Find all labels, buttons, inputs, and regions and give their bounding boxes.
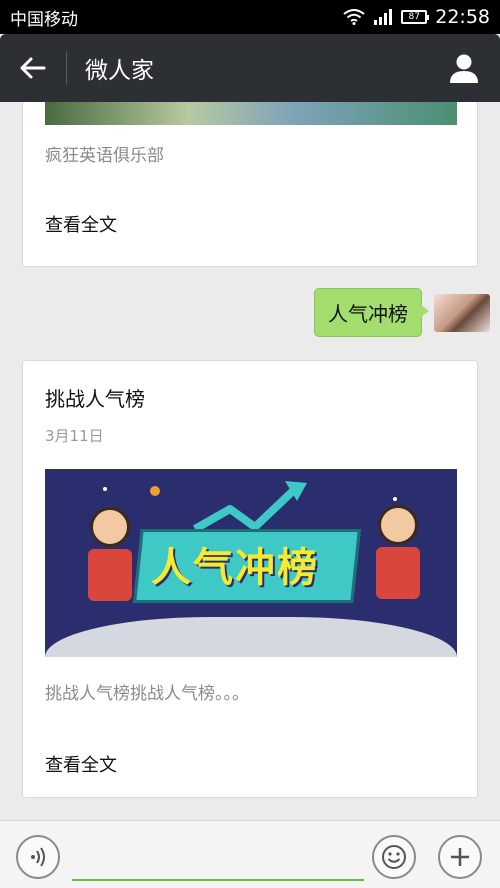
signal-icon: [374, 9, 393, 25]
emoji-button[interactable]: [372, 835, 416, 879]
read-more-link[interactable]: 查看全文: [45, 751, 117, 777]
voice-button[interactable]: [16, 835, 60, 879]
avatar[interactable]: [434, 293, 490, 332]
battery-level: 87: [408, 12, 420, 22]
article-image[interactable]: [45, 102, 457, 125]
article-banner-image[interactable]: 人气冲榜: [45, 469, 457, 657]
carrier-name: 中国移动: [10, 9, 78, 30]
read-more-link[interactable]: 查看全文: [45, 211, 117, 237]
plus-button[interactable]: [438, 835, 482, 879]
page-title: 微人家: [85, 58, 154, 84]
article-card[interactable]: 疯狂英语俱乐部 查看全文: [22, 102, 478, 267]
wifi-icon: [343, 9, 365, 25]
chat-header: 微人家: [0, 34, 500, 102]
voice-icon: [31, 847, 45, 867]
message-row: 人气冲榜: [314, 288, 490, 337]
article-description: 挑战人气榜挑战人气榜。。。: [45, 684, 249, 704]
profile-button[interactable]: [428, 34, 500, 102]
arrow-left-icon: [20, 57, 46, 79]
message-bubble[interactable]: 人气冲榜: [314, 288, 429, 337]
back-button[interactable]: [0, 34, 66, 102]
banner-text: 人气冲榜: [151, 545, 319, 591]
emoji-icon: [382, 845, 406, 869]
cartoon-person-right: [373, 505, 423, 615]
cartoon-person-left: [85, 507, 135, 617]
chat-content[interactable]: 疯狂英语俱乐部 查看全文 人气冲榜 挑战人气榜 3月11日 人气冲榜 挑战人气榜…: [0, 102, 500, 820]
article-title: 挑战人气榜: [45, 387, 145, 411]
clock: 22:58: [435, 6, 490, 28]
article-date: 3月11日: [45, 427, 104, 445]
article-description: 疯狂英语俱乐部: [45, 146, 164, 166]
message-text: 人气冲榜: [328, 302, 408, 326]
input-bar: [0, 820, 500, 888]
plus-icon: [451, 848, 469, 866]
status-bar: 中国移动 87 22:58: [0, 0, 500, 34]
article-card[interactable]: 挑战人气榜 3月11日 人气冲榜 挑战人气榜挑战人气榜。。。 查看全文: [22, 360, 478, 798]
person-icon: [450, 54, 478, 83]
battery-icon: 87: [401, 10, 430, 24]
message-input[interactable]: [72, 837, 364, 881]
